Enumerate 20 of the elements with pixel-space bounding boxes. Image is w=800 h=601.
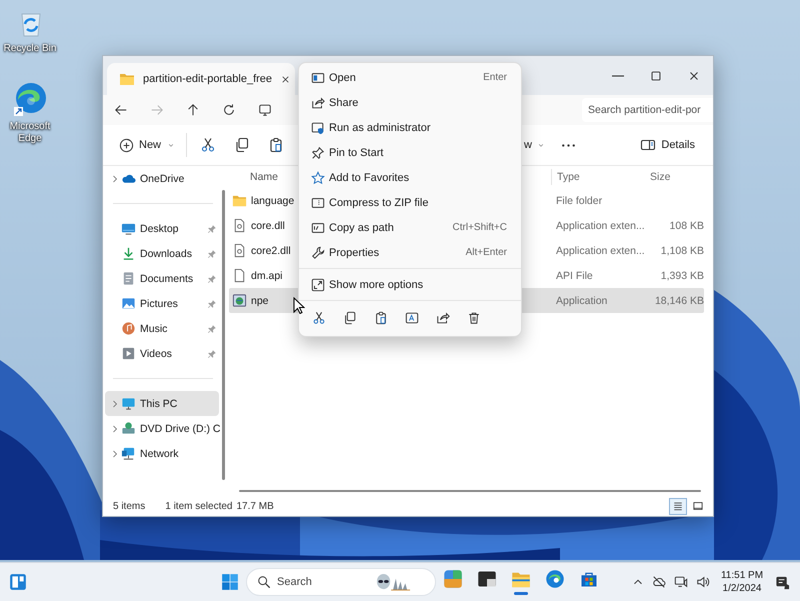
- file-name: npe: [251, 294, 269, 306]
- file-type: File folder: [555, 194, 604, 206]
- clock-date: 1/2/2024: [722, 582, 762, 595]
- file-type: Application exten...: [555, 244, 646, 256]
- window-tab-title: partition-edit-portable_free: [143, 73, 272, 85]
- file-name: language: [251, 194, 294, 206]
- file-size: 1,108 KB: [660, 244, 704, 256]
- file-name: dm.api: [251, 270, 283, 282]
- item-count: 5 items: [113, 500, 146, 512]
- file-type: Application exten...: [555, 220, 646, 232]
- selection-count: 1 item selected: [165, 500, 232, 512]
- file-size: 108 KB: [668, 220, 704, 232]
- selection-size: 17.7 MB: [236, 500, 274, 512]
- file-size: 1,393 KB: [660, 270, 704, 282]
- file-size: 18,146 KB: [654, 294, 704, 306]
- file-type: API File: [555, 270, 594, 282]
- file-name: core.dll: [251, 220, 285, 232]
- clock-time: 11:51 PM: [720, 569, 764, 582]
- file-name: core2.dll: [251, 244, 291, 256]
- file-type: Application: [555, 294, 608, 306]
